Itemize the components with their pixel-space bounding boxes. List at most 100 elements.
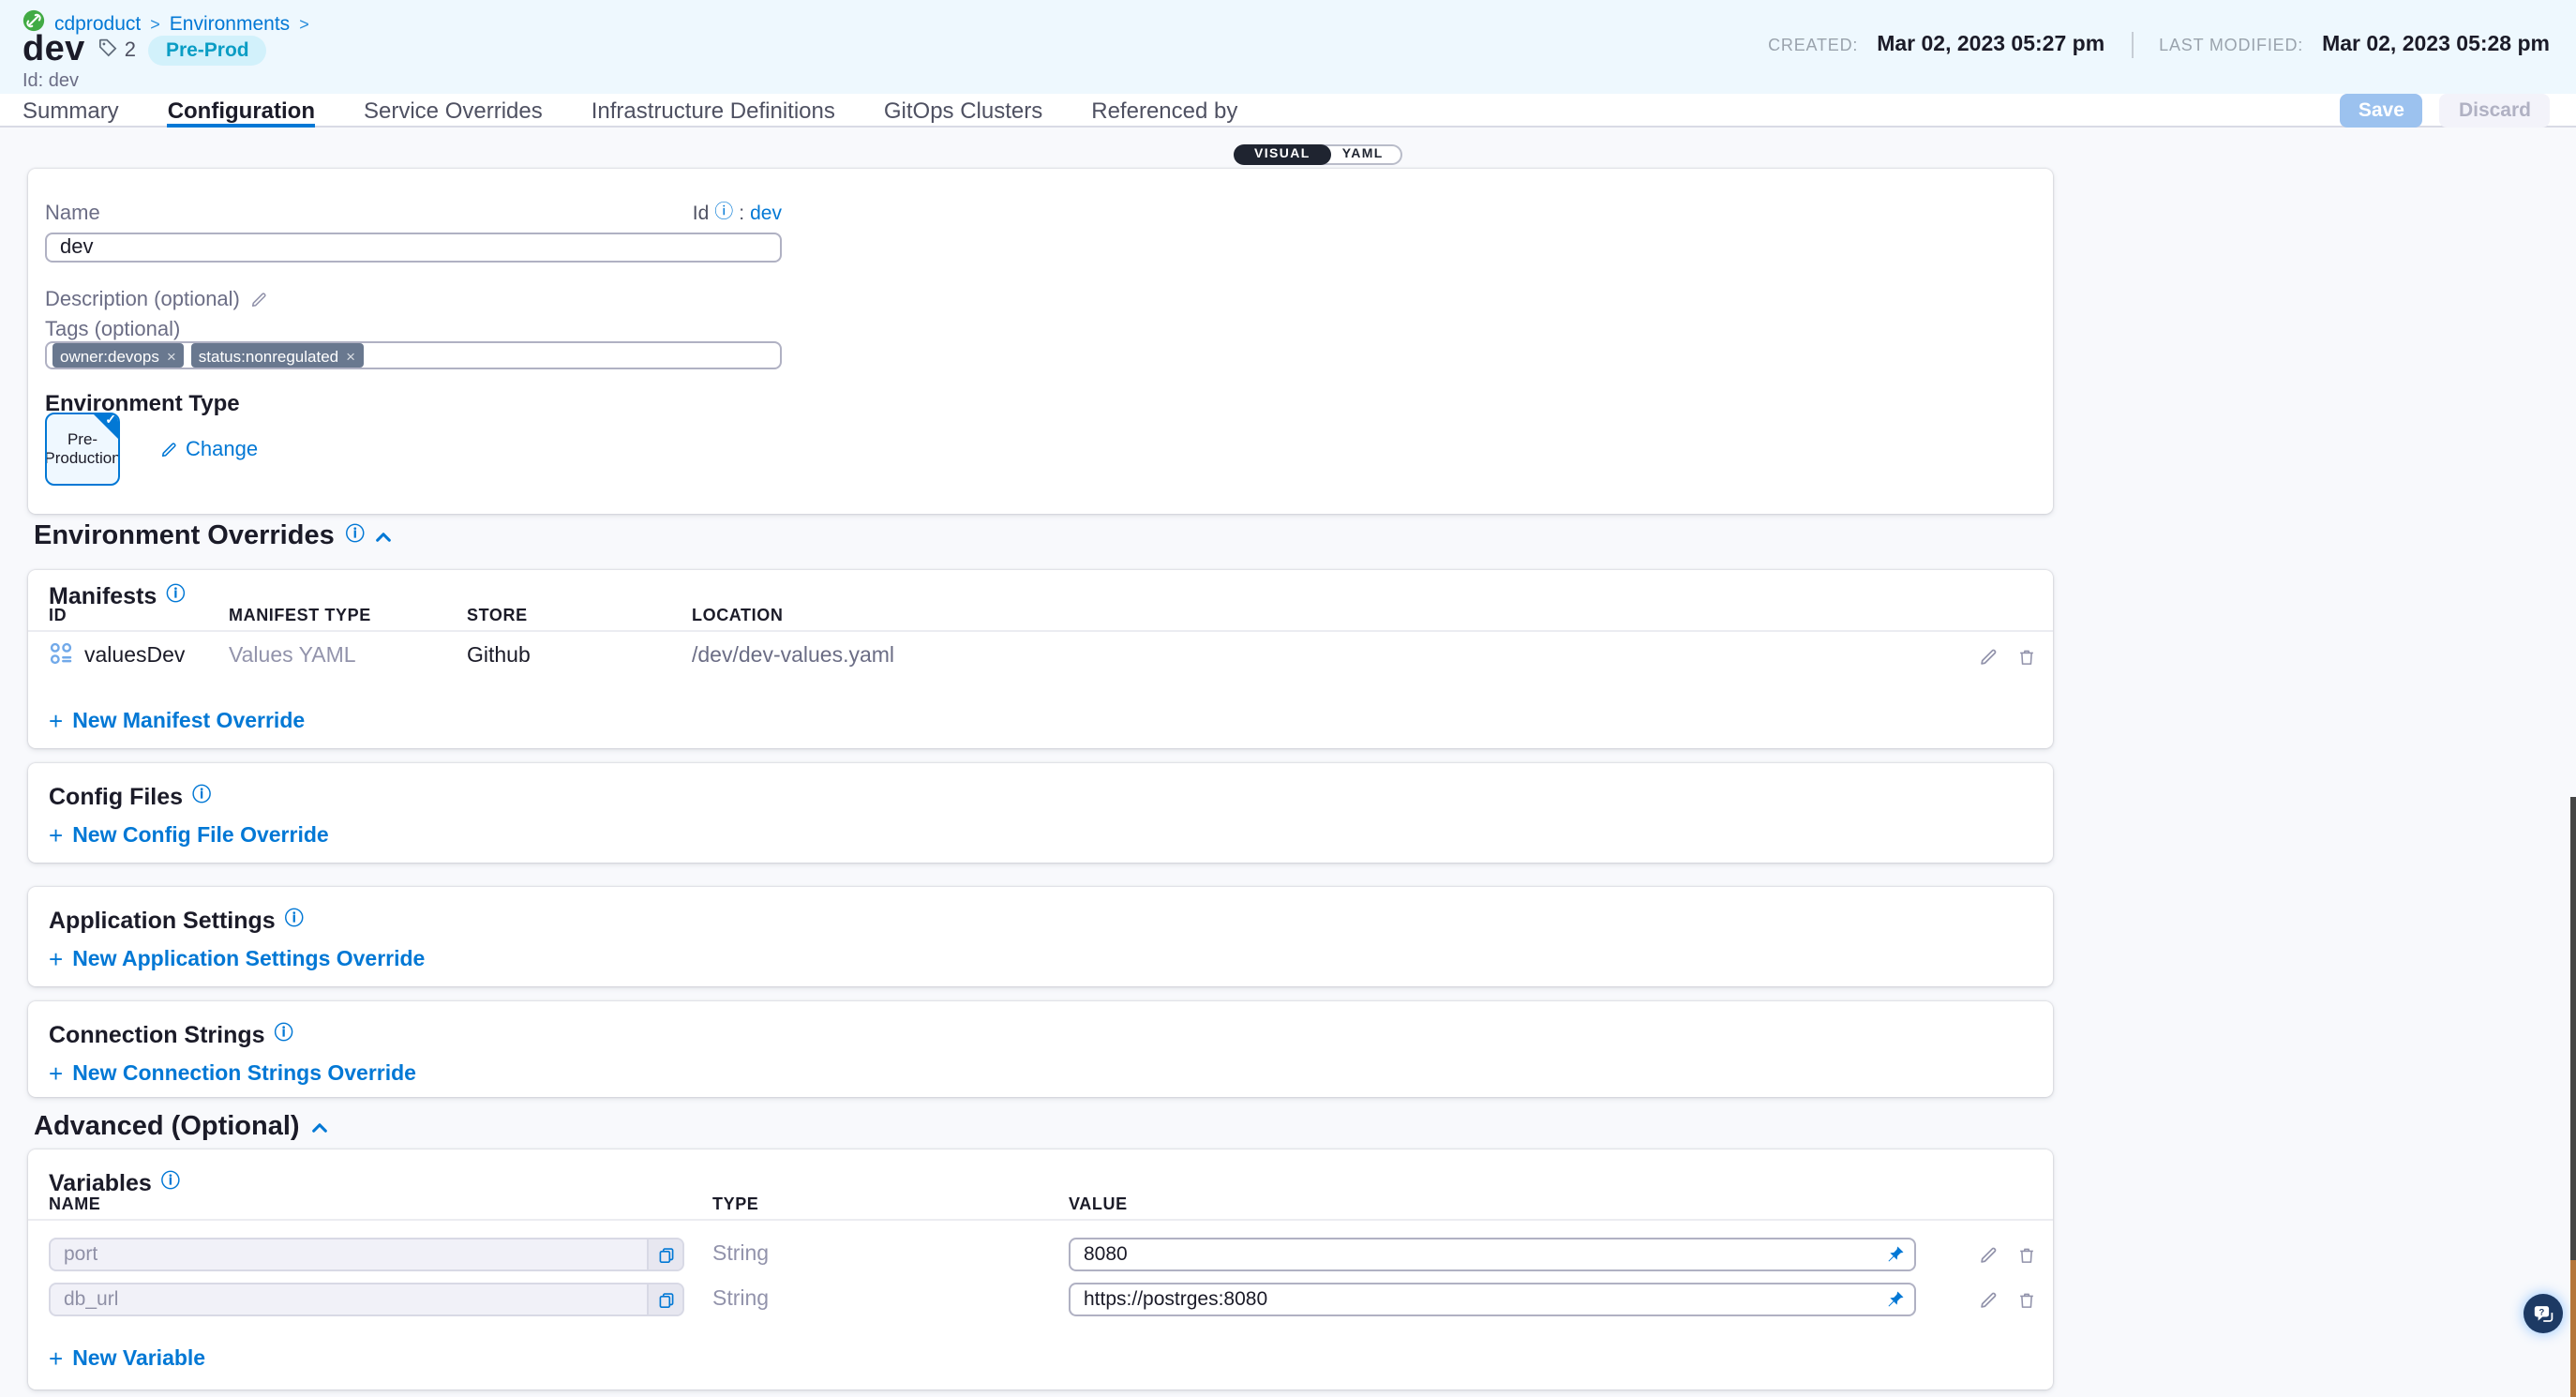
name-input[interactable]: [45, 233, 782, 263]
change-env-type-link[interactable]: Change: [159, 438, 258, 460]
tab-configuration[interactable]: Configuration: [168, 94, 315, 126]
column-type: TYPE: [712, 1194, 1069, 1213]
check-icon: ✓: [105, 414, 116, 429]
new-connection-strings-override-link[interactable]: + New Connection Strings Override: [49, 1061, 416, 1086]
chevron-up-icon[interactable]: [376, 521, 393, 551]
tabs: Summary Configuration Service Overrides …: [22, 94, 1237, 126]
info-icon[interactable]: ⓘ: [714, 204, 733, 223]
new-manifest-override-link[interactable]: + New Manifest Override: [49, 709, 305, 733]
save-button[interactable]: Save: [2340, 93, 2423, 127]
new-config-file-override-label: New Config File Override: [72, 824, 329, 847]
remove-tag-icon[interactable]: ×: [167, 346, 176, 365]
pin-icon[interactable]: [1886, 1245, 1905, 1264]
info-icon[interactable]: ⓘ: [166, 587, 185, 606]
vertical-scrollbar-thumb[interactable]: [2570, 797, 2576, 1260]
remove-tag-icon[interactable]: ×: [346, 346, 355, 365]
modified-label: LAST MODIFIED:: [2159, 36, 2303, 54]
edit-variable-icon[interactable]: [1978, 1289, 1999, 1310]
tab-summary[interactable]: Summary: [22, 94, 119, 126]
divider: [28, 1219, 2053, 1221]
tab-bar: Summary Configuration Service Overrides …: [0, 94, 2576, 128]
variable-value-input[interactable]: [1071, 1243, 1886, 1266]
new-config-file-override-link[interactable]: + New Config File Override: [49, 823, 329, 848]
visual-yaml-toggle: VISUAL YAML: [1234, 144, 1402, 165]
application-settings-card: Application Settings ⓘ + New Application…: [28, 887, 2053, 986]
edit-variable-icon[interactable]: [1978, 1244, 1999, 1265]
divider: [2131, 32, 2133, 58]
delete-variable-icon[interactable]: [2017, 1244, 2036, 1265]
copy-icon[interactable]: [647, 1239, 682, 1269]
tab-infrastructure-definitions[interactable]: Infrastructure Definitions: [592, 94, 835, 126]
advanced-heading: Advanced (Optional): [34, 1112, 328, 1142]
discard-button[interactable]: Discard: [2440, 93, 2550, 127]
help-chat-button[interactable]: ?: [2524, 1294, 2563, 1333]
variable-value-input[interactable]: [1071, 1288, 1886, 1311]
variable-row: String: [28, 1238, 2053, 1271]
delete-variable-icon[interactable]: [2017, 1289, 2036, 1310]
variable-name-field: [49, 1238, 684, 1271]
new-variable-link[interactable]: + New Variable: [49, 1346, 205, 1371]
edit-description-icon[interactable]: [249, 291, 268, 309]
environment-type-value: Pre-Production: [45, 430, 120, 467]
pin-icon[interactable]: [1886, 1290, 1905, 1309]
scrollbar-bottom-segment: [2570, 1260, 2576, 1397]
info-icon[interactable]: ⓘ: [285, 911, 304, 930]
edit-icon: [159, 440, 178, 458]
chat-question-icon: ?: [2530, 1300, 2556, 1327]
column-value: VALUE: [1069, 1194, 1931, 1213]
variable-name-input[interactable]: [51, 1239, 647, 1269]
connection-strings-card: Connection Strings ⓘ + New Connection St…: [28, 1001, 2053, 1097]
config-files-card: Config Files ⓘ + New Config File Overrid…: [28, 763, 2053, 863]
info-icon[interactable]: ⓘ: [192, 788, 211, 806]
edit-manifest-icon[interactable]: [1978, 646, 1999, 667]
manifest-row[interactable]: valuesDev Values YAML Github /dev/dev-va…: [28, 641, 2053, 671]
environment-type-card[interactable]: Pre-Production ✓: [45, 413, 120, 486]
variables-table-header: NAME TYPE VALUE: [28, 1194, 2053, 1213]
new-application-settings-override-label: New Application Settings Override: [72, 948, 425, 970]
tags-input[interactable]: owner:devops × status:nonregulated ×: [45, 341, 782, 369]
tab-service-overrides[interactable]: Service Overrides: [364, 94, 543, 126]
tab-actions: Save Discard: [2340, 94, 2550, 126]
column-id: ID: [49, 606, 229, 624]
divider: [28, 630, 2053, 632]
manifests-card: Manifests ⓘ ID MANIFEST TYPE STORE LOCAT…: [28, 570, 2053, 748]
environment-header: cdproduct > Environments > dev 2 Pre-Pro…: [0, 0, 2576, 94]
info-icon[interactable]: ⓘ: [161, 1174, 180, 1193]
column-location: LOCATION: [692, 606, 1939, 624]
variable-value-field: [1069, 1283, 1916, 1316]
tab-referenced-by[interactable]: Referenced by: [1091, 94, 1237, 126]
new-application-settings-override-link[interactable]: + New Application Settings Override: [49, 947, 425, 971]
manifest-location: /dev/dev-values.yaml: [692, 645, 1939, 668]
info-icon[interactable]: ⓘ: [275, 1026, 293, 1044]
tag-chip: owner:devops ×: [52, 343, 184, 368]
copy-icon[interactable]: [647, 1284, 682, 1314]
modified-value: Mar 02, 2023 05:28 pm: [2322, 34, 2550, 56]
column-manifest-type: MANIFEST TYPE: [229, 606, 467, 624]
delete-manifest-icon[interactable]: [2017, 646, 2036, 667]
tag-chip: status:nonregulated ×: [191, 343, 363, 368]
variable-name-input[interactable]: [51, 1284, 647, 1314]
application-settings-title: Application Settings: [49, 908, 276, 934]
change-label: Change: [186, 438, 258, 460]
tag-count: 2: [98, 38, 136, 64]
env-type-badge: Pre-Prod: [149, 36, 266, 66]
plus-icon: +: [49, 823, 63, 848]
new-connection-strings-override-label: New Connection Strings Override: [72, 1062, 416, 1085]
manifest-store: Github: [467, 645, 692, 668]
tab-gitops-clusters[interactable]: GitOps Clusters: [884, 94, 1042, 126]
manifest-icon: [49, 641, 73, 671]
toggle-visual[interactable]: VISUAL: [1234, 144, 1331, 165]
environment-overrides-heading: Environment Overrides ⓘ: [34, 521, 393, 551]
id-label: Id: [693, 203, 710, 225]
id-group: Id ⓘ : dev: [693, 203, 782, 225]
plus-icon: +: [49, 947, 63, 971]
configuration-content: VISUAL YAML Name Id ⓘ : dev Description …: [0, 128, 2576, 1397]
new-variable-label: New Variable: [72, 1347, 205, 1370]
manifests-table-header: ID MANIFEST TYPE STORE LOCATION: [28, 606, 2053, 624]
entity-id: Id: dev: [22, 71, 79, 92]
info-icon[interactable]: ⓘ: [346, 527, 365, 546]
chevron-up-icon[interactable]: [311, 1112, 328, 1142]
id-value-link[interactable]: dev: [750, 203, 782, 225]
created-label: CREATED:: [1768, 36, 1858, 54]
created-value: Mar 02, 2023 05:27 pm: [1877, 34, 2104, 56]
